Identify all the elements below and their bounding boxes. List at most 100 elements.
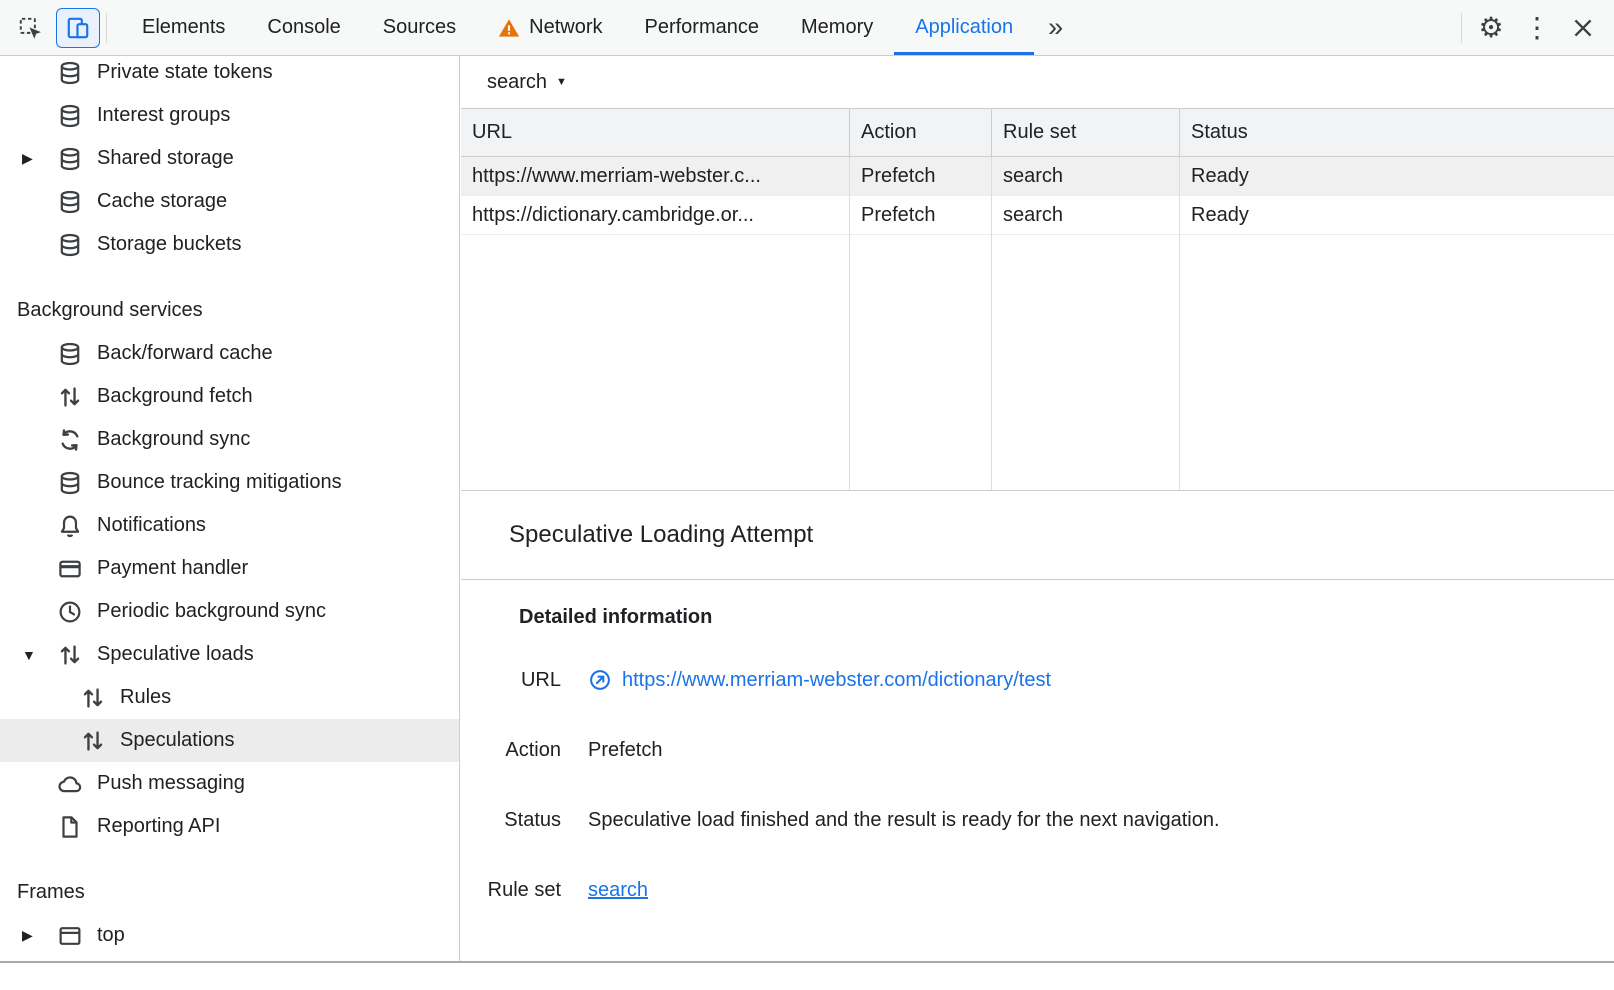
sidebar-item-shared-storage[interactable]: ▶Shared storage: [0, 137, 459, 180]
column-header-rule-set[interactable]: Rule set: [992, 109, 1180, 157]
sidebar-item-private-state-tokens[interactable]: Private state tokens: [0, 56, 459, 94]
column-header-action[interactable]: Action: [850, 109, 992, 157]
sidebar-item-periodic-background-sync[interactable]: Periodic background sync: [0, 590, 459, 633]
sidebar-item-speculative-loads[interactable]: ▼ Speculative loads: [0, 633, 459, 676]
panel-tabs: ElementsConsoleSourcesNetwork Performance…: [121, 0, 1034, 55]
column-header-url[interactable]: URL: [461, 109, 850, 157]
sidebar-item-storage-buckets[interactable]: Storage buckets: [0, 223, 459, 266]
tab-console[interactable]: Console: [246, 0, 361, 55]
table-cell[interactable]: https://dictionary.cambridge.or...: [461, 196, 850, 235]
detail-field-value: Prefetch: [588, 739, 662, 762]
sidebar-item-reporting-api[interactable]: Reporting API: [0, 805, 459, 848]
inspect-element-button[interactable]: [8, 8, 52, 48]
table-cell[interactable]: Prefetch: [850, 157, 992, 196]
table-filler: [992, 235, 1180, 490]
sidebar-item-label: Speculative loads: [97, 643, 254, 666]
cloud-icon: [57, 771, 83, 797]
detail-field-value: https://www.merriam-webster.com/dictiona…: [588, 668, 1051, 692]
sidebar-item-back-forward-cache[interactable]: Back/forward cache: [0, 332, 459, 375]
table-cell[interactable]: https://www.merriam-webster.c...: [461, 157, 850, 196]
sync-icon: [57, 427, 83, 453]
toolbar-divider: [106, 13, 107, 43]
detail-field-text: Speculative load finished and the result…: [588, 809, 1220, 832]
open-url-icon: [588, 668, 612, 692]
sidebar-item-label: Speculations: [120, 729, 235, 752]
database-icon: [57, 60, 83, 86]
tab-network[interactable]: Network: [477, 0, 623, 55]
database-icon: [57, 189, 83, 215]
sidebar-item-label: Cache storage: [97, 190, 227, 213]
tab-sources[interactable]: Sources: [362, 0, 477, 55]
table-filler: [850, 235, 992, 490]
tab-elements[interactable]: Elements: [121, 0, 246, 55]
expander-expanded-icon: ▼: [0, 647, 57, 663]
speculations-panel: search ▼ URLActionRule setStatushttps://…: [461, 56, 1614, 961]
expander-collapsed-icon: ▶: [0, 927, 57, 944]
detail-field-label: Status: [479, 809, 561, 832]
table-cell[interactable]: Ready: [1180, 157, 1614, 196]
table-cell[interactable]: search: [992, 157, 1180, 196]
settings-gear-button[interactable]: ⚙: [1468, 7, 1514, 49]
payment-card-icon: [57, 556, 83, 582]
sidebar-item-label: Private state tokens: [97, 61, 273, 84]
database-icon: [57, 146, 83, 172]
table-cell[interactable]: Prefetch: [850, 196, 992, 235]
sidebar-item-label: Notifications: [97, 514, 206, 537]
sidebar-item-bounce-tracking-mitigations[interactable]: Bounce tracking mitigations: [0, 461, 459, 504]
sidebar-item-label: Background fetch: [97, 385, 253, 408]
sidebar-item-notifications[interactable]: Notifications: [0, 504, 459, 547]
sidebar-item-push-messaging[interactable]: Push messaging: [0, 762, 459, 805]
detail-field-label: Rule set: [479, 879, 561, 902]
tab-label: Application: [915, 16, 1013, 39]
more-options-button[interactable]: ⋮: [1514, 7, 1560, 49]
tab-performance[interactable]: Performance: [624, 0, 781, 55]
table-cell[interactable]: Ready: [1180, 196, 1614, 235]
detail-ruleset-link[interactable]: search: [588, 879, 648, 902]
sidebar-item-background-sync[interactable]: Background sync: [0, 418, 459, 461]
gear-icon: ⚙: [1478, 14, 1503, 42]
column-header-status[interactable]: Status: [1180, 109, 1614, 157]
sidebar-item-speculations[interactable]: Speculations: [0, 719, 459, 762]
ruleset-filter-dropdown[interactable]: search ▼: [487, 71, 567, 94]
speculations-table: URLActionRule setStatus https://www.merri…: [461, 108, 1614, 491]
sidebar-item-interest-groups[interactable]: Interest groups: [0, 94, 459, 137]
close-devtools-button[interactable]: [1560, 7, 1606, 49]
warning-icon: [498, 17, 520, 39]
kebab-menu-icon: ⋮: [1523, 14, 1551, 42]
tab-memory[interactable]: Memory: [780, 0, 894, 55]
database-icon: [57, 341, 83, 367]
detail-field-value: search: [588, 879, 648, 902]
sidebar-item-cache-storage[interactable]: Cache storage: [0, 180, 459, 223]
sidebar-item-background-fetch[interactable]: Background fetch: [0, 375, 459, 418]
tab-application[interactable]: Application: [894, 0, 1034, 55]
sidebar-section-frames: Frames: [0, 871, 459, 914]
application-sidebar: Private state tokens Interest groups▶Shar…: [0, 56, 460, 961]
table-filler: [461, 235, 850, 490]
detail-field-text: Prefetch: [588, 739, 662, 762]
toolbar-right: ⚙ ⋮: [1455, 0, 1614, 55]
speculations-toolbar: search ▼: [461, 56, 1614, 108]
sidebar-item-label: Payment handler: [97, 557, 248, 580]
sidebar-item-label: Background sync: [97, 428, 250, 451]
sidebar-item-payment-handler[interactable]: Payment handler: [0, 547, 459, 590]
detail-field-url: URL https://www.merriam-webster.com/dicti…: [479, 645, 1590, 715]
sidebar-item-rules[interactable]: Rules: [0, 676, 459, 719]
toggle-device-toolbar-button[interactable]: [56, 8, 100, 48]
main-toolbar: ElementsConsoleSourcesNetwork Performance…: [0, 0, 1614, 56]
database-icon: [57, 232, 83, 258]
sidebar-item-label: top: [97, 924, 125, 947]
devtools-window: ElementsConsoleSourcesNetwork Performance…: [0, 0, 1614, 963]
toolbar-divider: [1461, 13, 1462, 43]
tab-label: Performance: [645, 16, 760, 39]
detail-url-link[interactable]: https://www.merriam-webster.com/dictiona…: [622, 669, 1051, 692]
updown-arrows-icon: [80, 685, 106, 711]
detailed-information-title: Detailed information: [519, 606, 1590, 629]
detail-field-label: URL: [479, 669, 561, 692]
expander-collapsed-icon: ▶: [0, 150, 57, 167]
file-icon: [57, 814, 83, 840]
sidebar-item-top[interactable]: ▶ top: [0, 914, 459, 957]
more-tabs-button[interactable]: »: [1034, 12, 1077, 43]
table-cell[interactable]: search: [992, 196, 1180, 235]
ruleset-filter-label: search: [487, 71, 547, 94]
tab-label: Memory: [801, 16, 873, 39]
